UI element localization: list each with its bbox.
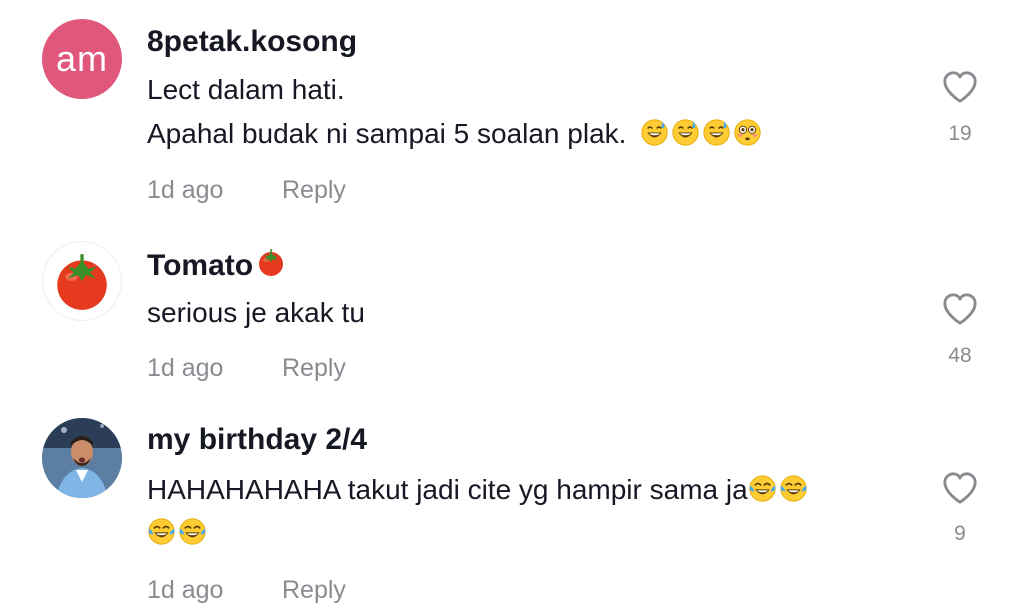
like-count: 9 [954,522,966,545]
comment-item: my birthday 2/4 HAHAHAHAHA takut jadi ci… [0,0,1022,616]
username[interactable]: my birthday 2/4 [147,423,367,457]
tears-of-joy-emoji [147,517,176,546]
heart-icon[interactable] [941,470,979,506]
user-photo [42,418,122,498]
avatar[interactable] [42,418,122,498]
reply-button[interactable]: Reply [282,576,346,605]
comment-timestamp: 1d ago [147,576,224,604]
comment-emoji-line [147,517,209,549]
comment-text: HAHAHAHAHA takut jadi cite yg hampir sam… [147,474,748,505]
tears-of-joy-emoji [178,517,207,546]
tears-of-joy-emoji [748,474,777,503]
comment-text-line-with-emojis: HAHAHAHAHA takut jadi cite yg hampir sam… [147,474,810,506]
tears-of-joy-emoji [779,474,808,503]
